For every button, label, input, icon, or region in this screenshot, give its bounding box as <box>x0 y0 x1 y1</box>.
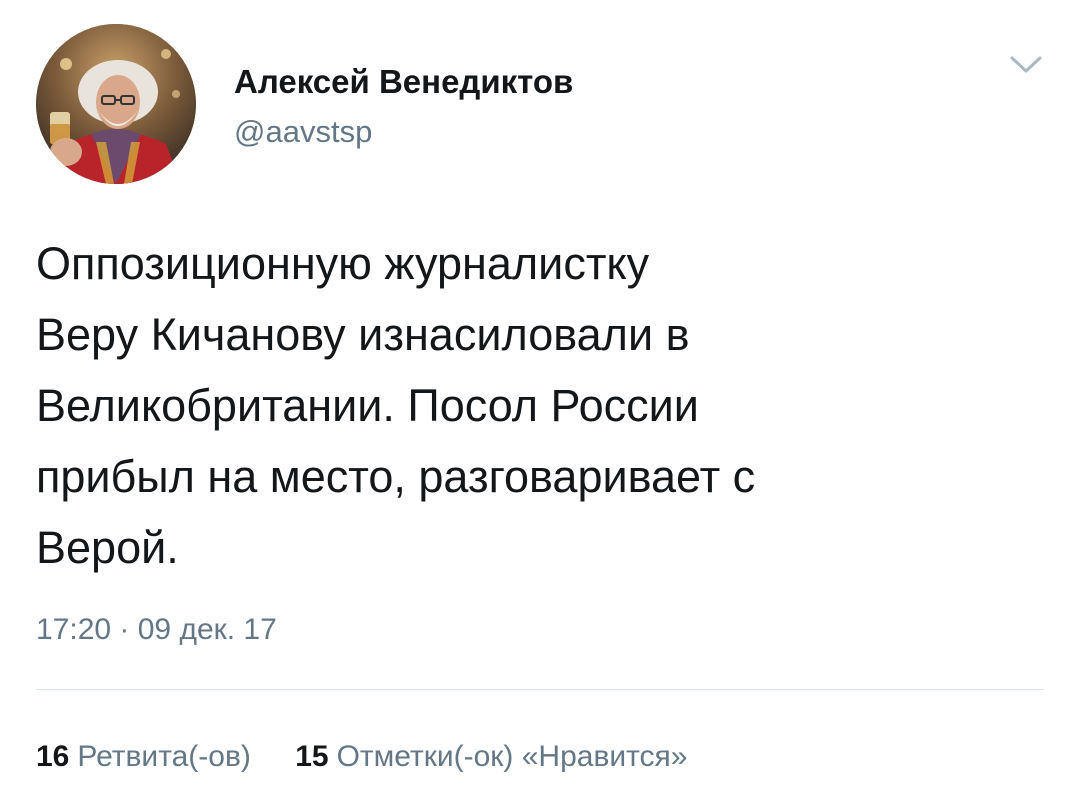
display-name[interactable]: Алексей Венедиктов <box>234 62 573 102</box>
retweets-count: 16 <box>36 740 70 773</box>
chevron-down-icon[interactable] <box>1008 54 1044 76</box>
tweet-card: Алексей Венедиктов @aavstsp Оппозиционну… <box>0 0 1080 797</box>
tweet-stats: 16 Ретвита(-ов) 15 Отметки(-ок) «Нравится» <box>36 737 723 777</box>
user-avatar-photo-icon <box>36 24 196 184</box>
retweets-label: Ретвита(-ов) <box>77 740 251 773</box>
tweet-header: Алексей Венедиктов @aavstsp <box>36 24 1046 184</box>
author-names: Алексей Венедиктов @aavstsp <box>234 62 573 152</box>
likes-label: Отметки(-ок) «Нравится» <box>336 740 688 773</box>
retweets-stat[interactable]: 16 Ретвита(-ов) <box>36 737 251 777</box>
divider <box>36 689 1044 690</box>
avatar[interactable] <box>36 24 196 184</box>
user-handle[interactable]: @aavstsp <box>234 112 573 152</box>
tweet-text: Оппозиционную журналистку Веру Кичанову … <box>36 238 756 573</box>
likes-count: 15 <box>295 740 329 773</box>
likes-stat[interactable]: 15 Отметки(-ок) «Нравится» <box>295 737 687 777</box>
tweet-timestamp[interactable]: 17:20 · 09 дек. 17 <box>36 612 277 648</box>
